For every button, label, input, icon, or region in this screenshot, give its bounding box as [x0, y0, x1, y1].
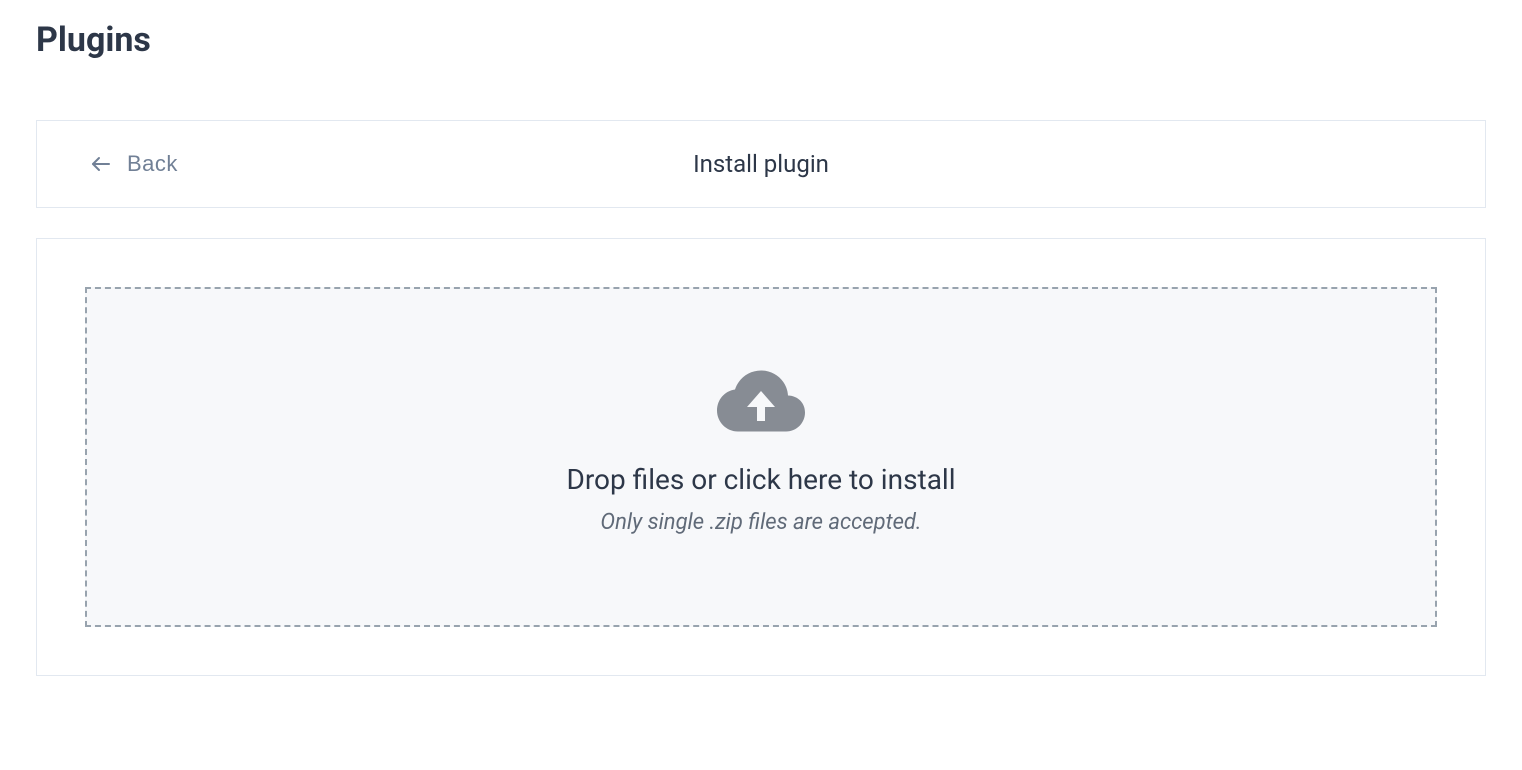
- header-title: Install plugin: [693, 150, 829, 178]
- cloud-upload-icon: [717, 369, 805, 433]
- arrow-left-icon: [89, 152, 113, 176]
- dropzone-primary-text: Drop files or click here to install: [566, 463, 955, 496]
- back-button[interactable]: Back: [89, 151, 178, 177]
- page-title: Plugins: [36, 20, 1486, 60]
- back-label: Back: [127, 151, 178, 177]
- drop-container: Drop files or click here to install Only…: [36, 238, 1486, 676]
- dropzone-secondary-text: Only single .zip files are accepted.: [600, 510, 921, 535]
- header-card: Back Install plugin: [36, 120, 1486, 208]
- file-dropzone[interactable]: Drop files or click here to install Only…: [85, 287, 1437, 627]
